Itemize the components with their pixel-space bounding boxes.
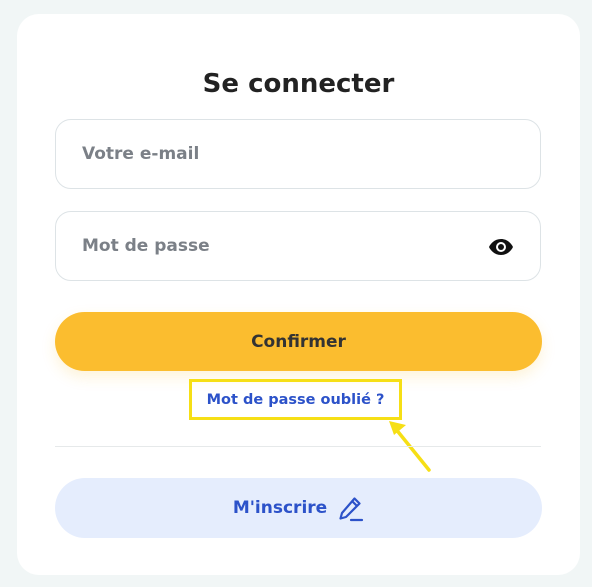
login-card: Se connecter Confirmer Mot de passe oubl… [17, 14, 580, 575]
email-field-container [55, 119, 541, 189]
confirm-button[interactable]: Confirmer [55, 312, 542, 371]
divider [55, 446, 541, 447]
eye-icon[interactable] [488, 235, 514, 259]
password-field-container [55, 211, 541, 281]
page-title: Se connecter [202, 69, 395, 99]
register-button[interactable]: M'inscrire [55, 478, 542, 538]
forgot-password-link[interactable]: Mot de passe oublié ? [207, 392, 385, 408]
email-input[interactable] [56, 120, 540, 188]
pencil-icon [337, 495, 364, 522]
forgot-password-highlight: Mot de passe oublié ? [189, 379, 402, 420]
register-label: M'inscrire [232, 498, 328, 518]
password-input[interactable] [56, 212, 540, 280]
